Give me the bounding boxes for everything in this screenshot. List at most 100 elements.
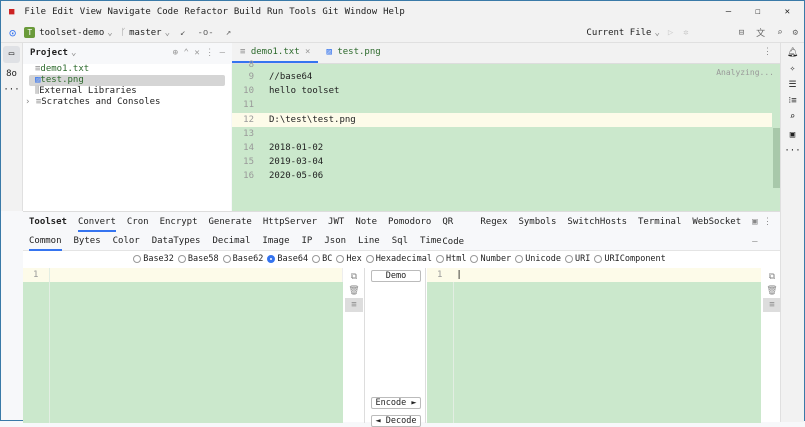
toolset-tabs: Toolset Convert Cron Encrypt Generate Ht… bbox=[23, 212, 780, 247]
subtab-ip[interactable]: IP bbox=[302, 232, 313, 251]
tab-encrypt[interactable]: Encrypt bbox=[160, 212, 198, 232]
tab-websocket[interactable]: WebSocket bbox=[692, 212, 741, 232]
search-icon[interactable]: ⌕ bbox=[777, 28, 782, 38]
maximize-button[interactable]: ☐ bbox=[755, 7, 760, 17]
wrap-icon[interactable]: ≡ bbox=[763, 298, 781, 312]
tab-httpserver[interactable]: HttpServer bbox=[263, 212, 317, 232]
menu-refactor[interactable]: Refactor bbox=[185, 7, 228, 17]
tree-item-test-png[interactable]: ▨test.png bbox=[29, 75, 225, 86]
tab-note[interactable]: Note bbox=[355, 212, 377, 232]
radio-base64[interactable]: Base64 bbox=[267, 254, 308, 264]
notifications-icon[interactable]: 🔔︎ bbox=[781, 48, 804, 58]
ai-assistant-icon[interactable]: ✧ bbox=[781, 64, 804, 74]
project-badge: T bbox=[24, 27, 36, 38]
translate-icon[interactable]: 文 bbox=[756, 26, 765, 39]
subtab-time[interactable]: Time bbox=[420, 232, 442, 251]
tab-pomodoro[interactable]: Pomodoro bbox=[388, 212, 431, 232]
code-line: 16 2020-05-06 bbox=[243, 171, 324, 181]
wrap-icon[interactable]: ≡ bbox=[345, 298, 363, 312]
app-logo-icon: ■ bbox=[9, 7, 15, 17]
minimize-button[interactable]: — bbox=[726, 7, 731, 17]
search-tool-icon[interactable]: ⌕ bbox=[781, 112, 804, 122]
menu-window[interactable]: Window bbox=[345, 7, 378, 17]
toolset-tool-icon[interactable]: ▣ bbox=[781, 130, 804, 140]
demo-button[interactable]: Demo bbox=[371, 270, 421, 282]
subtab-common[interactable]: Common bbox=[29, 232, 62, 251]
editor-scrollbar[interactable] bbox=[773, 128, 780, 188]
radio-number[interactable]: Number bbox=[470, 254, 511, 264]
more-icon[interactable]: ··· bbox=[781, 146, 804, 156]
radio-hexadecimal[interactable]: Hexadecimal bbox=[365, 254, 432, 264]
panel-actions-icon[interactable]: ⊕ ⌃ ✕ ⋮ — bbox=[173, 43, 225, 64]
run-config-selector[interactable]: Current File bbox=[586, 28, 651, 38]
encode-button[interactable]: Encode ► bbox=[371, 397, 421, 409]
menu-git[interactable]: Git bbox=[322, 7, 338, 17]
toolbox-icon[interactable]: ⊟ bbox=[739, 28, 744, 38]
menu-file[interactable]: File bbox=[24, 7, 46, 17]
tab-qr-code[interactable]: QR Code bbox=[442, 212, 469, 247]
radio-base62[interactable]: Base62 bbox=[222, 254, 263, 264]
structure-tool-icon[interactable]: 8o bbox=[1, 69, 22, 79]
radio-hex[interactable]: Hex bbox=[336, 254, 362, 264]
clear-icon[interactable]: 🗑︎ bbox=[345, 284, 363, 298]
input-editor[interactable]: 1 bbox=[23, 268, 343, 423]
push-icon[interactable]: ↗ bbox=[226, 28, 231, 38]
tab-symbols[interactable]: Symbols bbox=[518, 212, 556, 232]
radio-uri[interactable]: URI bbox=[565, 254, 590, 264]
tab-regex[interactable]: Regex bbox=[480, 212, 507, 232]
subtab-bytes[interactable]: Bytes bbox=[74, 232, 101, 251]
subtab-image[interactable]: Image bbox=[262, 232, 289, 251]
decode-button[interactable]: ◄ Decode bbox=[371, 415, 421, 427]
more-tools-icon[interactable]: ··· bbox=[1, 85, 22, 95]
radio-uricomponent[interactable]: URIComponent bbox=[594, 254, 666, 264]
subtab-line[interactable]: Line bbox=[358, 232, 380, 251]
menu-help[interactable]: Help bbox=[383, 7, 405, 17]
tree-item-scratches[interactable]: › ≡Scratches and Consoles bbox=[23, 97, 231, 108]
database-icon[interactable]: ☰ bbox=[781, 80, 804, 90]
close-button[interactable]: ✕ bbox=[785, 7, 790, 17]
branch-selector[interactable]: master bbox=[129, 28, 162, 38]
subtab-sql[interactable]: Sql bbox=[392, 232, 408, 251]
run-icon[interactable]: ▷ bbox=[668, 28, 673, 38]
tab-generate[interactable]: Generate bbox=[209, 212, 252, 232]
menu-view[interactable]: View bbox=[80, 7, 102, 17]
tab-cron[interactable]: Cron bbox=[127, 212, 149, 232]
menu-edit[interactable]: Edit bbox=[52, 7, 74, 17]
radio-bc[interactable]: BC bbox=[312, 254, 332, 264]
subtab-color[interactable]: Color bbox=[113, 232, 140, 251]
tab-terminal[interactable]: Terminal bbox=[638, 212, 681, 232]
menu-build[interactable]: Build bbox=[234, 7, 261, 17]
commit-icon[interactable]: -o- bbox=[197, 28, 213, 38]
subtab-datatypes[interactable]: DataTypes bbox=[152, 232, 201, 251]
tree-item-external-libraries[interactable]: ⫼External Libraries bbox=[23, 86, 231, 97]
panel-options-icon[interactable]: ▣ ⋮ — bbox=[752, 212, 774, 247]
radio-base32[interactable]: Base32 bbox=[133, 254, 174, 264]
structure-icon[interactable]: ⁝≡ bbox=[781, 96, 804, 106]
project-panel-title[interactable]: Project bbox=[30, 43, 68, 64]
code-editor[interactable]: 8 9//base64 10 hello toolset 11 12 D:\test… bbox=[232, 60, 780, 211]
clear-icon[interactable]: 🗑︎ bbox=[763, 284, 781, 298]
tab-jwt[interactable]: JWT bbox=[328, 212, 344, 232]
menu-code[interactable]: Code bbox=[157, 7, 179, 17]
radio-unicode[interactable]: Unicode bbox=[515, 254, 561, 264]
update-icon[interactable]: ↙ bbox=[180, 28, 185, 38]
run-widget-icon[interactable]: ⊙ bbox=[9, 26, 16, 40]
debug-icon[interactable]: ✲ bbox=[683, 28, 688, 38]
settings-icon[interactable]: ⚙ bbox=[793, 28, 798, 38]
radio-html[interactable]: Html bbox=[435, 254, 466, 264]
copy-icon[interactable]: ⧉ bbox=[763, 270, 781, 284]
menu-run[interactable]: Run bbox=[267, 7, 283, 17]
tab-switchhosts[interactable]: SwitchHosts bbox=[567, 212, 627, 232]
tree-item-demo1[interactable]: ≡demo1.txt bbox=[23, 64, 231, 75]
output-editor[interactable]: 1 | bbox=[427, 268, 761, 423]
project-tool-icon[interactable]: ▭ bbox=[3, 46, 20, 63]
radio-base58[interactable]: Base58 bbox=[177, 254, 219, 264]
subtab-decimal[interactable]: Decimal bbox=[212, 232, 250, 251]
subtab-json[interactable]: Json bbox=[324, 232, 346, 251]
menu-navigate[interactable]: Navigate bbox=[107, 7, 150, 17]
code-line-current: 12 D:\test\test.png bbox=[232, 113, 772, 127]
copy-icon[interactable]: ⧉ bbox=[345, 270, 363, 284]
project-selector[interactable]: toolset-demo bbox=[39, 28, 104, 38]
menu-tools[interactable]: Tools bbox=[289, 7, 316, 17]
tab-convert[interactable]: Convert bbox=[77, 212, 116, 232]
